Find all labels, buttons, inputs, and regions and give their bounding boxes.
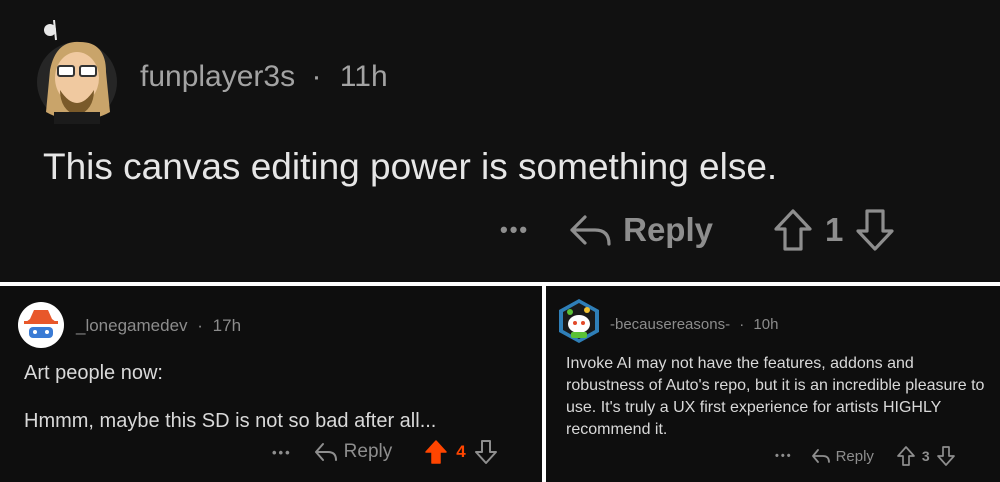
reply-button[interactable]: Reply — [314, 441, 393, 463]
comment-actions: ••• Reply 1 — [500, 206, 895, 254]
comment-body-line: Hmmm, maybe this SD is not so bad after … — [24, 410, 437, 432]
vote-count: 1 — [824, 211, 844, 248]
comment-meta: _lonegamedev · 17h — [76, 316, 241, 336]
meta-separator: · — [739, 316, 745, 333]
timestamp: 17h — [212, 316, 242, 335]
vote-count: 3 — [921, 448, 930, 464]
meta-separator: · — [311, 60, 322, 93]
reply-button[interactable]: Reply — [811, 448, 874, 465]
timestamp: 11h — [339, 60, 388, 93]
comment-meta: -becausereasons- · 10h — [610, 316, 778, 333]
username-link[interactable]: -becausereasons- — [610, 316, 730, 333]
reply-label: Reply — [343, 441, 393, 462]
downvote-icon[interactable] — [474, 439, 498, 465]
comment-body: This canvas editing power is something e… — [43, 146, 778, 187]
reply-arrow-icon — [314, 442, 338, 462]
reply-arrow-icon — [811, 448, 831, 464]
upvote-icon[interactable] — [424, 439, 448, 465]
user-avatar-icon[interactable] — [556, 298, 602, 344]
comment-actions: ••• Reply 3 — [775, 444, 956, 468]
upvote-icon[interactable] — [896, 445, 916, 467]
comment-body-line: Art people now: — [24, 362, 163, 384]
meta-separator: · — [197, 316, 203, 335]
timestamp: 10h — [753, 316, 779, 333]
downvote-icon[interactable] — [936, 445, 956, 467]
vote-count: 4 — [456, 442, 466, 461]
reply-arrow-icon — [569, 213, 613, 247]
comment-meta: funplayer3s · 11h — [140, 60, 388, 94]
user-avatar-icon[interactable] — [36, 19, 118, 124]
more-options-button[interactable]: ••• — [500, 217, 529, 243]
user-avatar-icon[interactable] — [18, 302, 64, 348]
comment-body: Invoke AI may not have the features, add… — [566, 355, 985, 438]
username-link[interactable]: _lonegamedev — [76, 316, 188, 335]
more-options-button[interactable]: ••• — [775, 450, 793, 462]
reply-label: Reply — [835, 447, 874, 465]
reply-label: Reply — [623, 211, 713, 248]
more-options-button[interactable]: ••• — [272, 445, 292, 460]
downvote-icon[interactable] — [855, 208, 895, 252]
upvote-icon[interactable] — [773, 208, 813, 252]
username-link[interactable]: funplayer3s — [140, 60, 295, 93]
comment-actions: ••• Reply 4 — [272, 438, 498, 466]
reply-button[interactable]: Reply — [569, 211, 713, 249]
